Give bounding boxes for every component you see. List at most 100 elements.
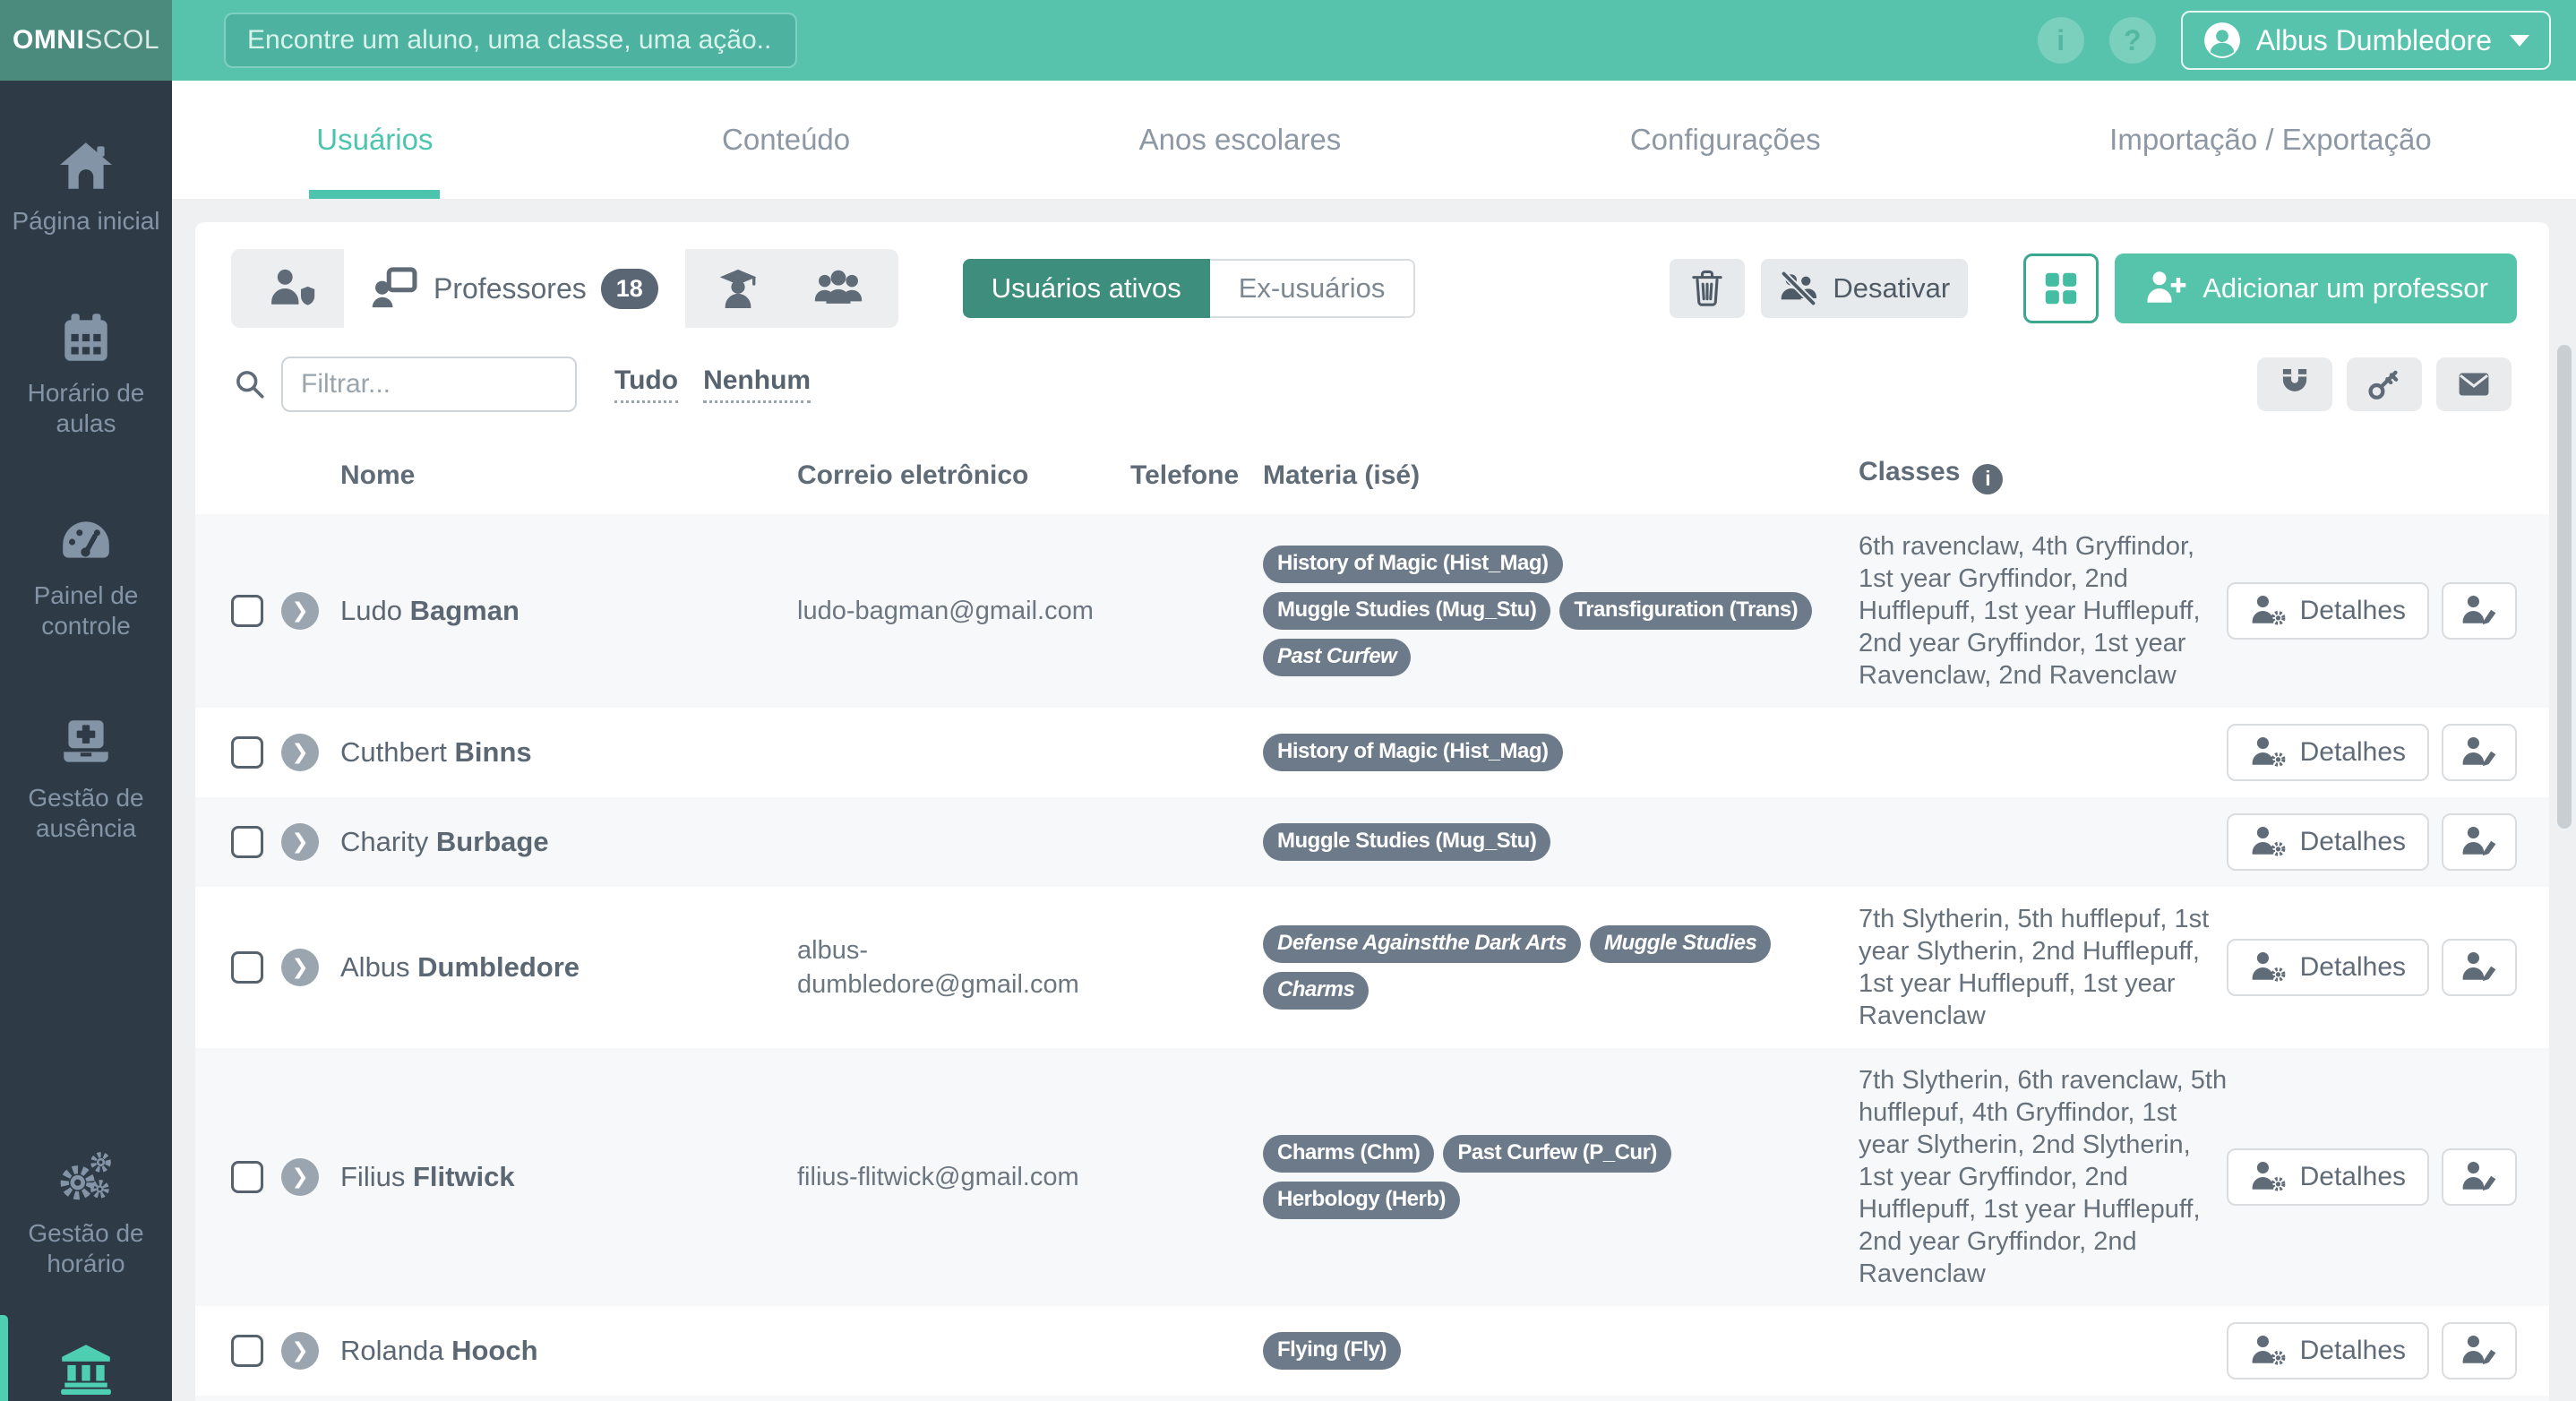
tab-anos-escolares[interactable]: Anos escolares (1132, 81, 1349, 199)
logo-light: SCOL (84, 25, 159, 55)
filter-input[interactable] (281, 357, 577, 412)
sidebar-item-label: Página inicial (13, 206, 160, 236)
details-button[interactable]: Detalhes (2227, 1322, 2429, 1380)
sidebar-item-admin[interactable]: Admin. (0, 1329, 172, 1401)
edit-user-button[interactable] (2442, 582, 2517, 640)
edit-user-button[interactable] (2442, 1148, 2517, 1206)
table-row: ❯Silvanus KettleburnCare of Magical Crea… (195, 1396, 2549, 1401)
tab-importacao-exportacao[interactable]: Importação / Exportação (2102, 81, 2439, 199)
user-type-subtabs: Professores18 (231, 249, 898, 328)
cell-name: Filius Flitwick (340, 1161, 797, 1193)
user-avatar-icon (2202, 21, 2242, 60)
help-icon[interactable]: ? (2109, 17, 2156, 64)
row-checkbox[interactable] (231, 951, 263, 984)
details-button[interactable]: Detalhes (2227, 813, 2429, 871)
header-phone: Telefone (1130, 460, 1263, 491)
trash-icon (1687, 269, 1727, 308)
row-expand-button[interactable]: ❯ (281, 592, 319, 630)
people-slash-icon (1779, 269, 1818, 308)
magnet-icon (2276, 365, 2314, 403)
select-all-link[interactable]: Tudo (614, 365, 678, 403)
details-button[interactable]: Detalhes (2227, 724, 2429, 781)
deactivate-button[interactable]: Desativar (1761, 259, 1968, 318)
global-search-input[interactable] (224, 13, 797, 68)
subject-badge: Muggle Studies (Mug_Stu) (1263, 592, 1550, 630)
sidebar-item-pagina-inicial[interactable]: Página inicial (0, 129, 172, 244)
topbar-right: i ? Albus Dumbledore (2038, 11, 2551, 70)
subtab-professores[interactable]: Professores18 (344, 238, 685, 339)
tab-configuracoes[interactable]: Configurações (1623, 81, 1828, 199)
icon-home (56, 136, 116, 195)
scrollbar-thumb[interactable] (2557, 345, 2572, 829)
app-logo: OMNISCOL (13, 25, 159, 56)
row-checkbox[interactable] (231, 826, 263, 858)
user-menu-button[interactable]: Albus Dumbledore (2181, 11, 2551, 70)
details-button[interactable]: Detalhes (2227, 582, 2429, 640)
tab-conteudo[interactable]: Conteúdo (715, 81, 857, 199)
controls-row: Professores18 Usuários ativos Ex-usuário… (231, 249, 2517, 328)
cell-subjects: Defense Againstthe Dark ArtsMuggle Studi… (1263, 925, 1859, 1010)
icon-calendar (56, 308, 116, 367)
chevron-down-icon (2510, 35, 2529, 47)
row-checkbox[interactable] (231, 595, 263, 627)
row-checkbox[interactable] (231, 1335, 263, 1367)
sidebar-item-painel-de-controle[interactable]: Painel de controle (0, 503, 172, 649)
row-expand-button[interactable]: ❯ (281, 823, 319, 861)
subject-badge: Past Curfew (1263, 639, 1411, 676)
edit-user-button[interactable] (2442, 1322, 2517, 1380)
sidebar: Página inicial Horário de aulas Painel de … (0, 81, 172, 1401)
classes-info-icon[interactable]: i (1972, 464, 2003, 494)
subtab-grupos[interactable] (791, 249, 886, 328)
subject-badge: Transfiguration (Trans) (1559, 592, 1812, 630)
table-view-button[interactable] (2023, 254, 2099, 323)
ex-users-toggle[interactable]: Ex-usuários (1210, 259, 1416, 318)
cell-name: Ludo Bagman (340, 595, 797, 627)
subtab-alunos[interactable] (691, 249, 786, 328)
main-card: Professores18 Usuários ativos Ex-usuário… (195, 222, 2549, 1401)
password-button[interactable] (2347, 357, 2422, 411)
icon-person-shield (267, 264, 315, 313)
magnet-button[interactable] (2257, 357, 2332, 411)
cell-name: Charity Burbage (340, 826, 797, 858)
search-icon (231, 365, 281, 403)
edit-user-button[interactable] (2442, 724, 2517, 781)
table-row: ❯Filius Flitwickfilius-flitwick@gmail.co… (195, 1048, 2549, 1306)
details-button[interactable]: Detalhes (2227, 939, 2429, 996)
header-classes: Classesi (1859, 457, 2244, 494)
cell-subjects: History of Magic (Hist_Mag) (1263, 734, 1859, 771)
delete-button[interactable] (1670, 259, 1745, 318)
icon-laptop-plus (56, 713, 116, 772)
edit-user-button[interactable] (2442, 939, 2517, 996)
icon-gauge (56, 511, 116, 570)
row-actions: Detalhes (2227, 582, 2517, 640)
row-actions: Detalhes (2227, 1148, 2517, 1206)
details-label: Detalhes (2300, 1336, 2406, 1366)
sidebar-item-label: Gestão de horário (2, 1218, 170, 1279)
row-expand-button[interactable]: ❯ (281, 1332, 319, 1370)
tab-usuarios[interactable]: Usuários (309, 81, 440, 199)
row-expand-button[interactable]: ❯ (281, 734, 319, 771)
select-none-link[interactable]: Nenhum (703, 365, 811, 403)
person-pencil-icon (2460, 949, 2498, 986)
table-row: ❯Charity BurbageMuggle Studies (Mug_Stu)… (195, 797, 2549, 887)
email-button[interactable] (2436, 357, 2512, 411)
active-users-toggle[interactable]: Usuários ativos (963, 259, 1210, 318)
row-checkbox[interactable] (231, 736, 263, 769)
row-expand-button[interactable]: ❯ (281, 949, 319, 986)
subject-badge: History of Magic (Hist_Mag) (1263, 546, 1563, 583)
edit-user-button[interactable] (2442, 813, 2517, 871)
sidebar-item-gestao-de-ausencia[interactable]: Gestão de ausência (0, 706, 172, 851)
details-label: Detalhes (2300, 952, 2406, 983)
row-checkbox[interactable] (231, 1161, 263, 1193)
row-actions: Detalhes (2227, 1322, 2517, 1380)
sidebar-item-horario-de-aulas[interactable]: Horário de aulas (0, 301, 172, 446)
subtab-admins[interactable] (244, 249, 339, 328)
person-pencil-icon (2460, 823, 2498, 861)
person-gear-icon (2250, 949, 2288, 986)
row-expand-button[interactable]: ❯ (281, 1158, 319, 1196)
sidebar-item-gestao-de-horario[interactable]: Gestão de horário (0, 1141, 172, 1286)
add-professor-button[interactable]: Adicionar um professor (2115, 254, 2517, 323)
details-button[interactable]: Detalhes (2227, 1148, 2429, 1206)
user-name: Albus Dumbledore (2256, 24, 2492, 57)
info-icon[interactable]: i (2038, 17, 2084, 64)
